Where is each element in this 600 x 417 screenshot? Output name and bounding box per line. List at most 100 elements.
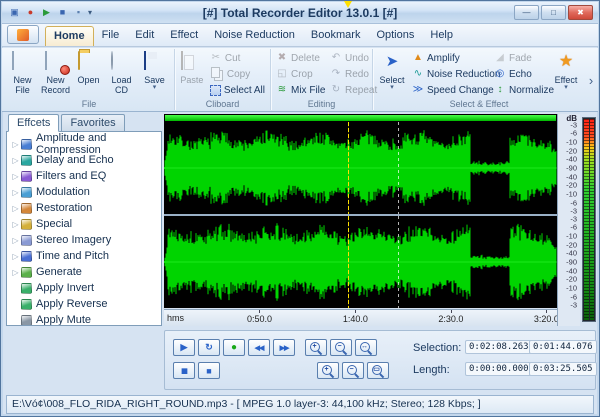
delete-button[interactable]: ✖ Delete bbox=[273, 50, 327, 66]
load-cd-button[interactable]: Load CD bbox=[105, 50, 138, 97]
tab-bookmark[interactable]: Bookmark bbox=[303, 26, 369, 46]
new-record-button[interactable]: New Record bbox=[39, 50, 72, 97]
tree-item-apply-mute[interactable]: Apply Mute bbox=[7, 312, 161, 325]
position-marker-icon[interactable] bbox=[343, 1, 352, 8]
tab-home[interactable]: Home bbox=[45, 26, 94, 46]
paste-icon bbox=[180, 51, 183, 70]
normalize-button[interactable]: ↕ Normalize bbox=[491, 82, 555, 98]
tree-item-apply-reverse[interactable]: Apply Reverse bbox=[7, 296, 161, 312]
copy-button[interactable]: Copy bbox=[207, 66, 268, 82]
tree-item-restoration[interactable]: ▷ Restoration bbox=[7, 200, 161, 216]
open-button[interactable]: Open bbox=[72, 50, 105, 97]
tree-item-apply-invert[interactable]: Apply Invert bbox=[7, 280, 161, 296]
tree-item-filters-and-eq[interactable]: ▷ Filters and EQ bbox=[7, 168, 161, 184]
level-meters bbox=[582, 117, 596, 322]
zoom-vertical-in-button[interactable]: + bbox=[317, 362, 339, 379]
redo-button[interactable]: ↷ Redo bbox=[327, 66, 380, 82]
selection-edge[interactable] bbox=[397, 216, 399, 308]
cut-button[interactable]: ✂ Cut bbox=[207, 50, 268, 66]
selection-start-value: 0:02:08.263 bbox=[465, 340, 533, 354]
speed-change-button[interactable]: ≫ Speed Change bbox=[409, 82, 494, 98]
expand-arrow-icon[interactable]: ▷ bbox=[10, 188, 21, 197]
overview-bar[interactable] bbox=[164, 114, 557, 122]
undo-button[interactable]: ↶ Undo bbox=[327, 50, 380, 66]
save-dropdown-icon[interactable]: ▾ bbox=[153, 84, 157, 91]
playback-cursor[interactable] bbox=[347, 122, 349, 214]
stop-button[interactable]: ■ bbox=[198, 362, 220, 379]
fade-button[interactable]: ◢ Fade bbox=[491, 50, 549, 66]
paste-button[interactable]: Paste bbox=[177, 50, 207, 97]
play-button[interactable]: ▶ bbox=[173, 339, 195, 356]
ribbon-scroll-right-icon[interactable]: › bbox=[585, 49, 597, 111]
tree-item-label: Special bbox=[36, 218, 73, 230]
selection-edge[interactable] bbox=[397, 122, 399, 214]
timeline-ruler[interactable]: hms 0:50.0 1:40.0 2:30.0 3:20.0 bbox=[164, 309, 559, 326]
loop-button[interactable]: ↻ bbox=[198, 339, 220, 356]
zoom-vertical-out-button[interactable]: − bbox=[342, 362, 364, 379]
waveform-channel-left[interactable] bbox=[164, 122, 557, 214]
tab-edit[interactable]: Edit bbox=[127, 26, 162, 46]
select-dropdown-icon[interactable]: ▾ bbox=[390, 84, 394, 91]
record-icon[interactable]: ● bbox=[23, 5, 38, 20]
record-icon: ● bbox=[230, 342, 238, 353]
zoom-selection-button[interactable]: ↔ bbox=[355, 339, 377, 356]
expand-arrow-icon[interactable]: ▷ bbox=[10, 252, 21, 261]
tab-noise-reduction[interactable]: Noise Reduction bbox=[206, 26, 303, 46]
expand-arrow-icon[interactable]: ▷ bbox=[10, 172, 21, 181]
repeat-button[interactable]: ↻ Repeat bbox=[327, 82, 380, 98]
tab-favorites[interactable]: Favorites bbox=[61, 114, 125, 132]
effect-dropdown-icon[interactable]: ▾ bbox=[564, 84, 568, 91]
tab-effect[interactable]: Effect bbox=[162, 26, 206, 46]
tree-item-amplitude-and-compression[interactable]: ▷ Amplitude and Compression bbox=[7, 132, 161, 156]
save-button[interactable]: Save ▾ bbox=[138, 50, 171, 97]
tree-item-stereo-imagery[interactable]: ▷ Stereo Imagery bbox=[7, 232, 161, 248]
expand-arrow-icon[interactable]: ▷ bbox=[10, 156, 21, 165]
playback-cursor[interactable] bbox=[347, 216, 349, 308]
expand-arrow-icon[interactable]: ▷ bbox=[10, 204, 21, 213]
noise-reduction-button[interactable]: ∿ Noise Reduction bbox=[409, 66, 501, 82]
tab-file[interactable]: File bbox=[94, 26, 128, 46]
echo-icon: ◎ bbox=[495, 68, 505, 79]
minimize-button[interactable]: — bbox=[514, 5, 539, 20]
app-icon[interactable]: ▣ bbox=[7, 5, 22, 20]
app-menu-button[interactable] bbox=[7, 25, 39, 44]
save-icon[interactable]: ▪ bbox=[71, 5, 86, 20]
close-button[interactable]: ✖ bbox=[568, 5, 593, 20]
zoom-in-button[interactable]: + bbox=[305, 339, 327, 356]
record-button[interactable]: ● bbox=[223, 339, 245, 356]
pause-button[interactable]: ▮▮ bbox=[173, 362, 195, 379]
play-icon[interactable]: ▶ bbox=[39, 5, 54, 20]
tab-help[interactable]: Help bbox=[422, 26, 461, 46]
maximize-button[interactable]: □ bbox=[541, 5, 566, 20]
expand-arrow-icon[interactable]: ▷ bbox=[10, 220, 21, 229]
titlebar: ▣ ● ▶ ■ ▪ ▾ [#] Total Recorder Editor 13.0.1… bbox=[2, 2, 598, 24]
expand-arrow-icon[interactable]: ▷ bbox=[10, 140, 21, 149]
tree-item-modulation[interactable]: ▷ Modulation bbox=[7, 184, 161, 200]
ribbon-group-editing: ✖ Delete ◱ Crop ≋ Mix File ↶ Undo ↷ Redo… bbox=[271, 49, 377, 110]
fast-forward-button[interactable]: ▶▶ bbox=[273, 339, 295, 356]
crop-button[interactable]: ◱ Crop bbox=[273, 66, 327, 82]
stop-icon[interactable]: ■ bbox=[55, 5, 70, 20]
effect-button[interactable]: ★ Effect ▾ bbox=[549, 50, 583, 97]
cut-icon: ✂ bbox=[211, 52, 221, 63]
copy-icon bbox=[210, 67, 220, 78]
select-all-button[interactable]: Select All bbox=[207, 82, 268, 98]
echo-button[interactable]: ◎ Echo bbox=[491, 66, 549, 82]
play-icon: ▶ bbox=[180, 342, 188, 352]
tab-options[interactable]: Options bbox=[368, 26, 422, 46]
tree-item-time-and-pitch[interactable]: ▷ Time and Pitch bbox=[7, 248, 161, 264]
rewind-button[interactable]: ◀◀ bbox=[248, 339, 270, 356]
amplify-icon: ▲ bbox=[413, 52, 423, 63]
waveform-channel-right[interactable] bbox=[164, 216, 557, 308]
expand-arrow-icon[interactable]: ▷ bbox=[10, 268, 21, 277]
tree-item-generate[interactable]: ▷ Generate bbox=[7, 264, 161, 280]
zoom-out-button[interactable]: − bbox=[330, 339, 352, 356]
zoom-all-button[interactable]: ▭ bbox=[367, 362, 389, 379]
expand-arrow-icon[interactable]: ▷ bbox=[10, 236, 21, 245]
new-file-button[interactable]: New File bbox=[6, 50, 39, 97]
tree-item-special[interactable]: ▷ Special bbox=[7, 216, 161, 232]
db-tick-label: -3 bbox=[570, 120, 577, 130]
amplify-button[interactable]: ▲ Amplify bbox=[409, 50, 491, 66]
tab-effects[interactable]: Effcets bbox=[8, 114, 60, 132]
mix-file-button[interactable]: ≋ Mix File bbox=[273, 82, 327, 98]
